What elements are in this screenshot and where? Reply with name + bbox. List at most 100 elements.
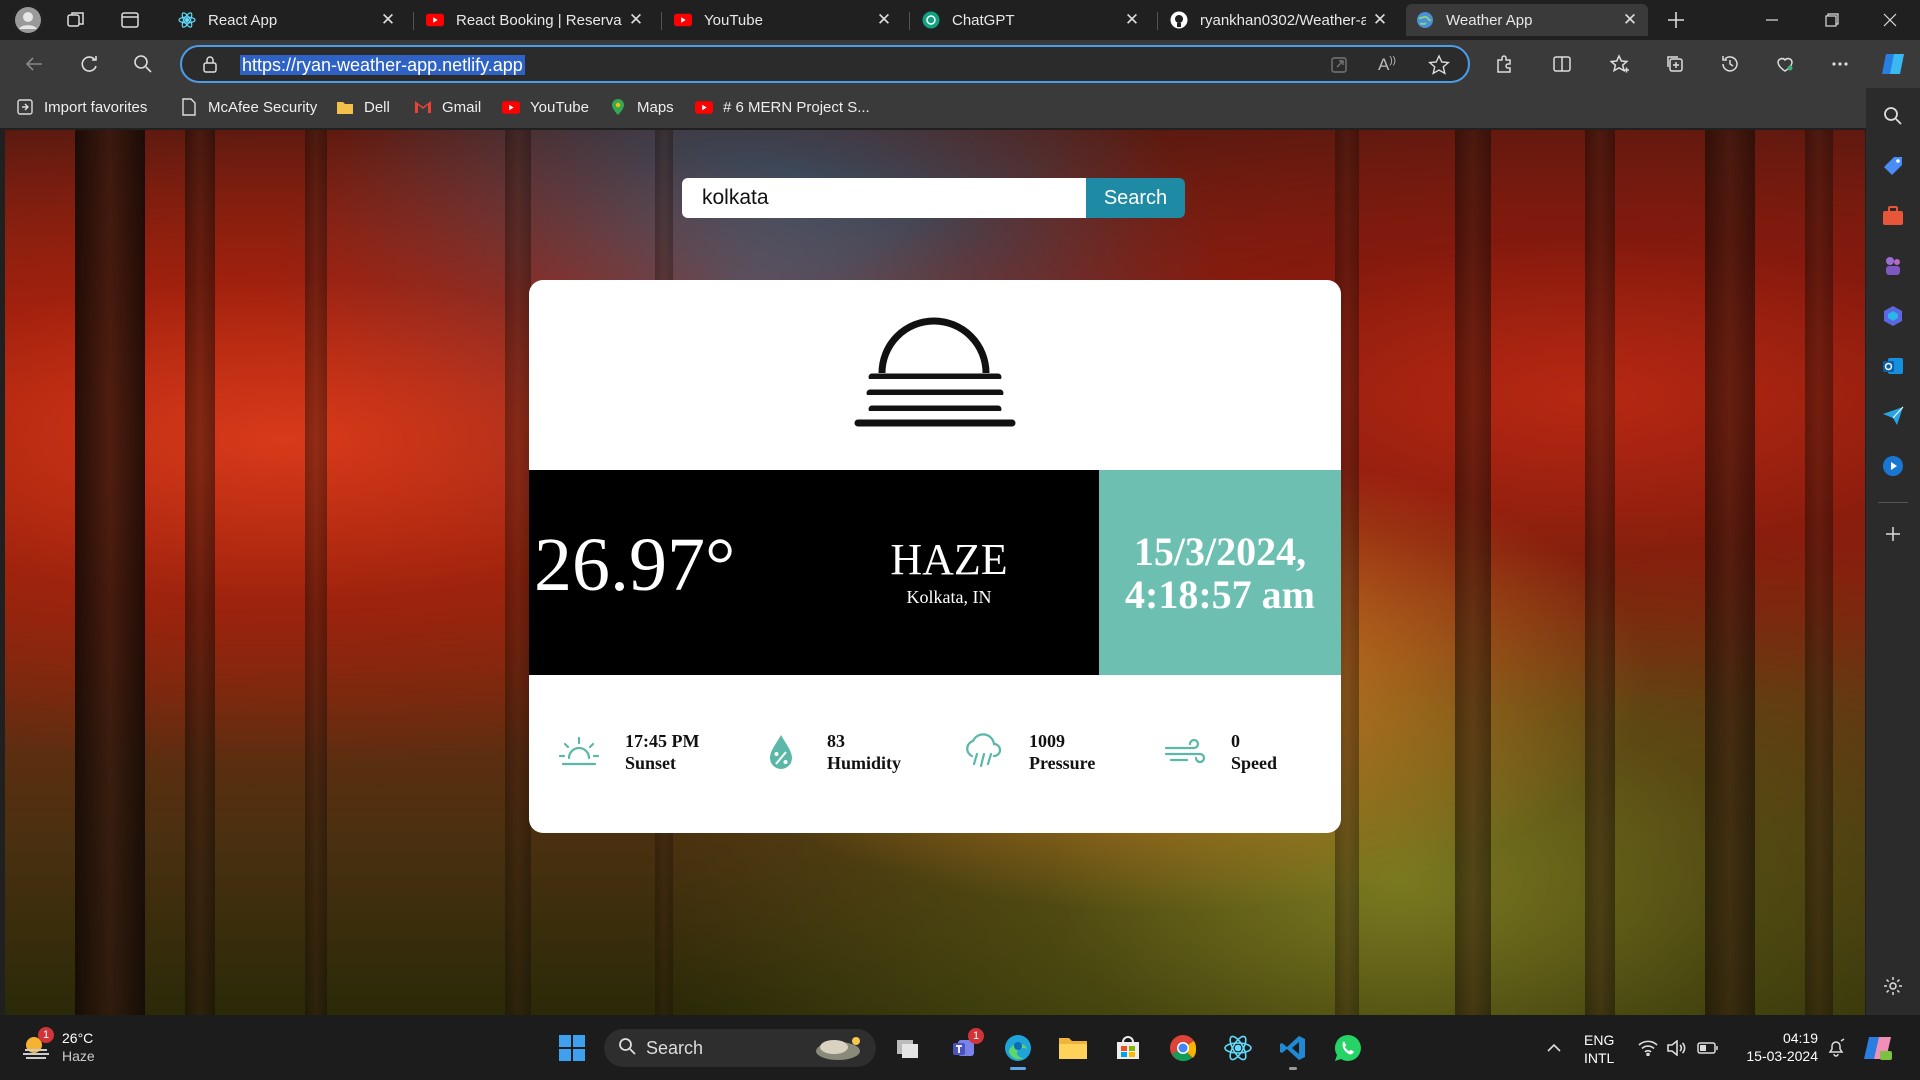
favorites-icon[interactable]	[1605, 49, 1635, 79]
favorite-mern-project[interactable]: # 6 MERN Project S...	[695, 98, 870, 116]
system-clock[interactable]: 04:19 15-03-2024	[1738, 1029, 1818, 1065]
stat-wind-speed: 0 Speed	[1163, 730, 1277, 774]
favorite-label: McAfee Security	[208, 98, 318, 116]
read-aloud-icon[interactable]: A))	[1378, 55, 1396, 75]
tab-actions-icon[interactable]	[116, 6, 144, 34]
chrome-icon[interactable]	[1167, 1032, 1199, 1064]
pressure-label: Pressure	[1029, 753, 1096, 773]
temperature-row: 26.97° HAZE Kolkata, IN 15/3/2024, 4:18:…	[529, 470, 1341, 675]
youtube-logo-icon	[695, 98, 713, 116]
tab-react-booking[interactable]: React Booking | Reservati ✕	[416, 4, 654, 36]
restore-icon[interactable]	[1818, 6, 1846, 34]
tab-github[interactable]: ryankhan0302/Weather-a ✕	[1160, 4, 1398, 36]
add-sidebar-app-icon[interactable]	[1879, 520, 1907, 548]
tab-close-icon[interactable]: ✕	[876, 10, 892, 30]
file-explorer-icon[interactable]	[1057, 1032, 1089, 1064]
show-hidden-icons-chevron-icon[interactable]	[1538, 1032, 1570, 1064]
tab-close-icon[interactable]: ✕	[380, 10, 396, 30]
react-logo-icon	[178, 11, 196, 29]
favorite-label: Maps	[637, 98, 674, 116]
youtube-logo-icon	[674, 11, 692, 29]
open-in-app-icon[interactable]	[1330, 56, 1348, 79]
history-icon[interactable]	[1715, 49, 1745, 79]
favorite-label: # 6 MERN Project S...	[723, 98, 870, 116]
edge-icon[interactable]	[1002, 1032, 1034, 1070]
youtube-logo-icon	[502, 98, 520, 116]
copilot-taskbar-icon[interactable]	[1862, 1032, 1894, 1064]
whatsapp-icon[interactable]	[1332, 1032, 1364, 1064]
refresh-icon[interactable]	[74, 49, 104, 79]
sidebar-divider	[1878, 502, 1908, 503]
favorite-import[interactable]: Import favorites	[16, 98, 147, 116]
browser-essentials-icon[interactable]	[1770, 49, 1800, 79]
close-window-icon[interactable]	[1876, 6, 1904, 34]
favorite-youtube[interactable]: YouTube	[502, 98, 589, 116]
tools-briefcase-icon[interactable]	[1879, 202, 1907, 230]
gmail-logo-icon	[414, 98, 432, 116]
favorite-star-icon[interactable]	[1427, 54, 1451, 81]
battery-icon[interactable]	[1692, 1032, 1724, 1064]
sidebar-settings-icon[interactable]	[1879, 972, 1907, 1000]
extensions-icon[interactable]	[1489, 49, 1519, 79]
lock-icon[interactable]	[202, 55, 218, 78]
sunset-label: Sunset	[625, 753, 677, 773]
time-text: 4:18:57 am	[1125, 571, 1315, 617]
favorite-maps[interactable]: Maps	[609, 98, 674, 116]
tab-youtube[interactable]: YouTube ✕	[664, 4, 902, 36]
start-button[interactable]	[556, 1032, 588, 1064]
back-icon[interactable]	[19, 49, 49, 79]
favorite-dell[interactable]: Dell	[336, 98, 390, 116]
wind-speed-value: 0	[1231, 731, 1240, 751]
drop-send-icon[interactable]	[1879, 402, 1907, 430]
search-button[interactable]: Search	[1086, 178, 1185, 218]
weather-stats: 17:45 PM Sunset 83 Humidity 1009 Pressur…	[529, 675, 1341, 833]
media-player-icon[interactable]	[1879, 452, 1907, 480]
location-text: Kolkata, IN	[906, 587, 992, 607]
copilot-icon[interactable]	[1878, 49, 1908, 79]
vscode-icon[interactable]	[1277, 1032, 1309, 1070]
address-url[interactable]: https://ryan-weather-app.netlify.app	[240, 55, 525, 75]
tab-react-app[interactable]: React App ✕	[168, 4, 406, 36]
tab-weather-app[interactable]: Weather App ✕	[1406, 4, 1648, 36]
favorite-label: Import favorites	[44, 98, 148, 116]
microsoft-365-icon[interactable]	[1879, 302, 1907, 330]
react-devtools-icon[interactable]	[1222, 1032, 1254, 1064]
favorite-gmail[interactable]: Gmail	[414, 98, 481, 116]
microsoft-store-icon[interactable]	[1112, 1032, 1144, 1064]
tab-close-icon[interactable]: ✕	[1622, 10, 1638, 30]
workspaces-icon[interactable]	[62, 6, 90, 34]
city-search-input[interactable]	[682, 178, 1086, 218]
collections-icon[interactable]	[1660, 49, 1690, 79]
sunset-icon	[557, 730, 601, 774]
minimize-icon[interactable]	[1758, 6, 1786, 34]
notifications-bell-icon[interactable]	[1820, 1032, 1852, 1064]
weather-widget[interactable]: 1 26°C Haze	[20, 1027, 95, 1065]
tab-close-icon[interactable]: ✕	[628, 10, 644, 30]
address-bar[interactable]: https://ryan-weather-app.netlify.app A))	[180, 45, 1470, 83]
shopping-tag-icon[interactable]	[1879, 152, 1907, 180]
task-view-icon[interactable]	[892, 1032, 924, 1064]
search-icon[interactable]	[128, 49, 158, 79]
edge-sidebar	[1866, 88, 1920, 1015]
pressure-icon	[961, 730, 1005, 774]
outlook-icon[interactable]	[1879, 352, 1907, 380]
games-icon[interactable]	[1879, 252, 1907, 280]
teams-icon[interactable]: 1	[948, 1028, 984, 1064]
language-indicator[interactable]: ENG INTL	[1584, 1031, 1614, 1067]
browser-toolbar: https://ryan-weather-app.netlify.app A))	[0, 40, 1920, 88]
sidebar-search-icon[interactable]	[1879, 102, 1907, 130]
weather-widget-desc: Haze	[62, 1048, 95, 1064]
tab-close-icon[interactable]: ✕	[1372, 10, 1388, 30]
split-screen-icon[interactable]	[1547, 49, 1577, 79]
new-tab-icon[interactable]	[1662, 6, 1690, 34]
tab-chatgpt[interactable]: ChatGPT ✕	[912, 4, 1150, 36]
volume-icon[interactable]	[1660, 1032, 1692, 1064]
tab-close-icon[interactable]: ✕	[1124, 10, 1140, 30]
stat-pressure: 1009 Pressure	[961, 730, 1095, 774]
favorite-mcafee[interactable]: McAfee Security	[180, 98, 317, 116]
more-options-icon[interactable]	[1825, 49, 1855, 79]
maps-pin-icon	[609, 98, 627, 116]
taskbar-search[interactable]: Search	[604, 1029, 876, 1067]
tab-title: React App	[208, 11, 278, 29]
profile-avatar-icon[interactable]	[14, 6, 42, 34]
